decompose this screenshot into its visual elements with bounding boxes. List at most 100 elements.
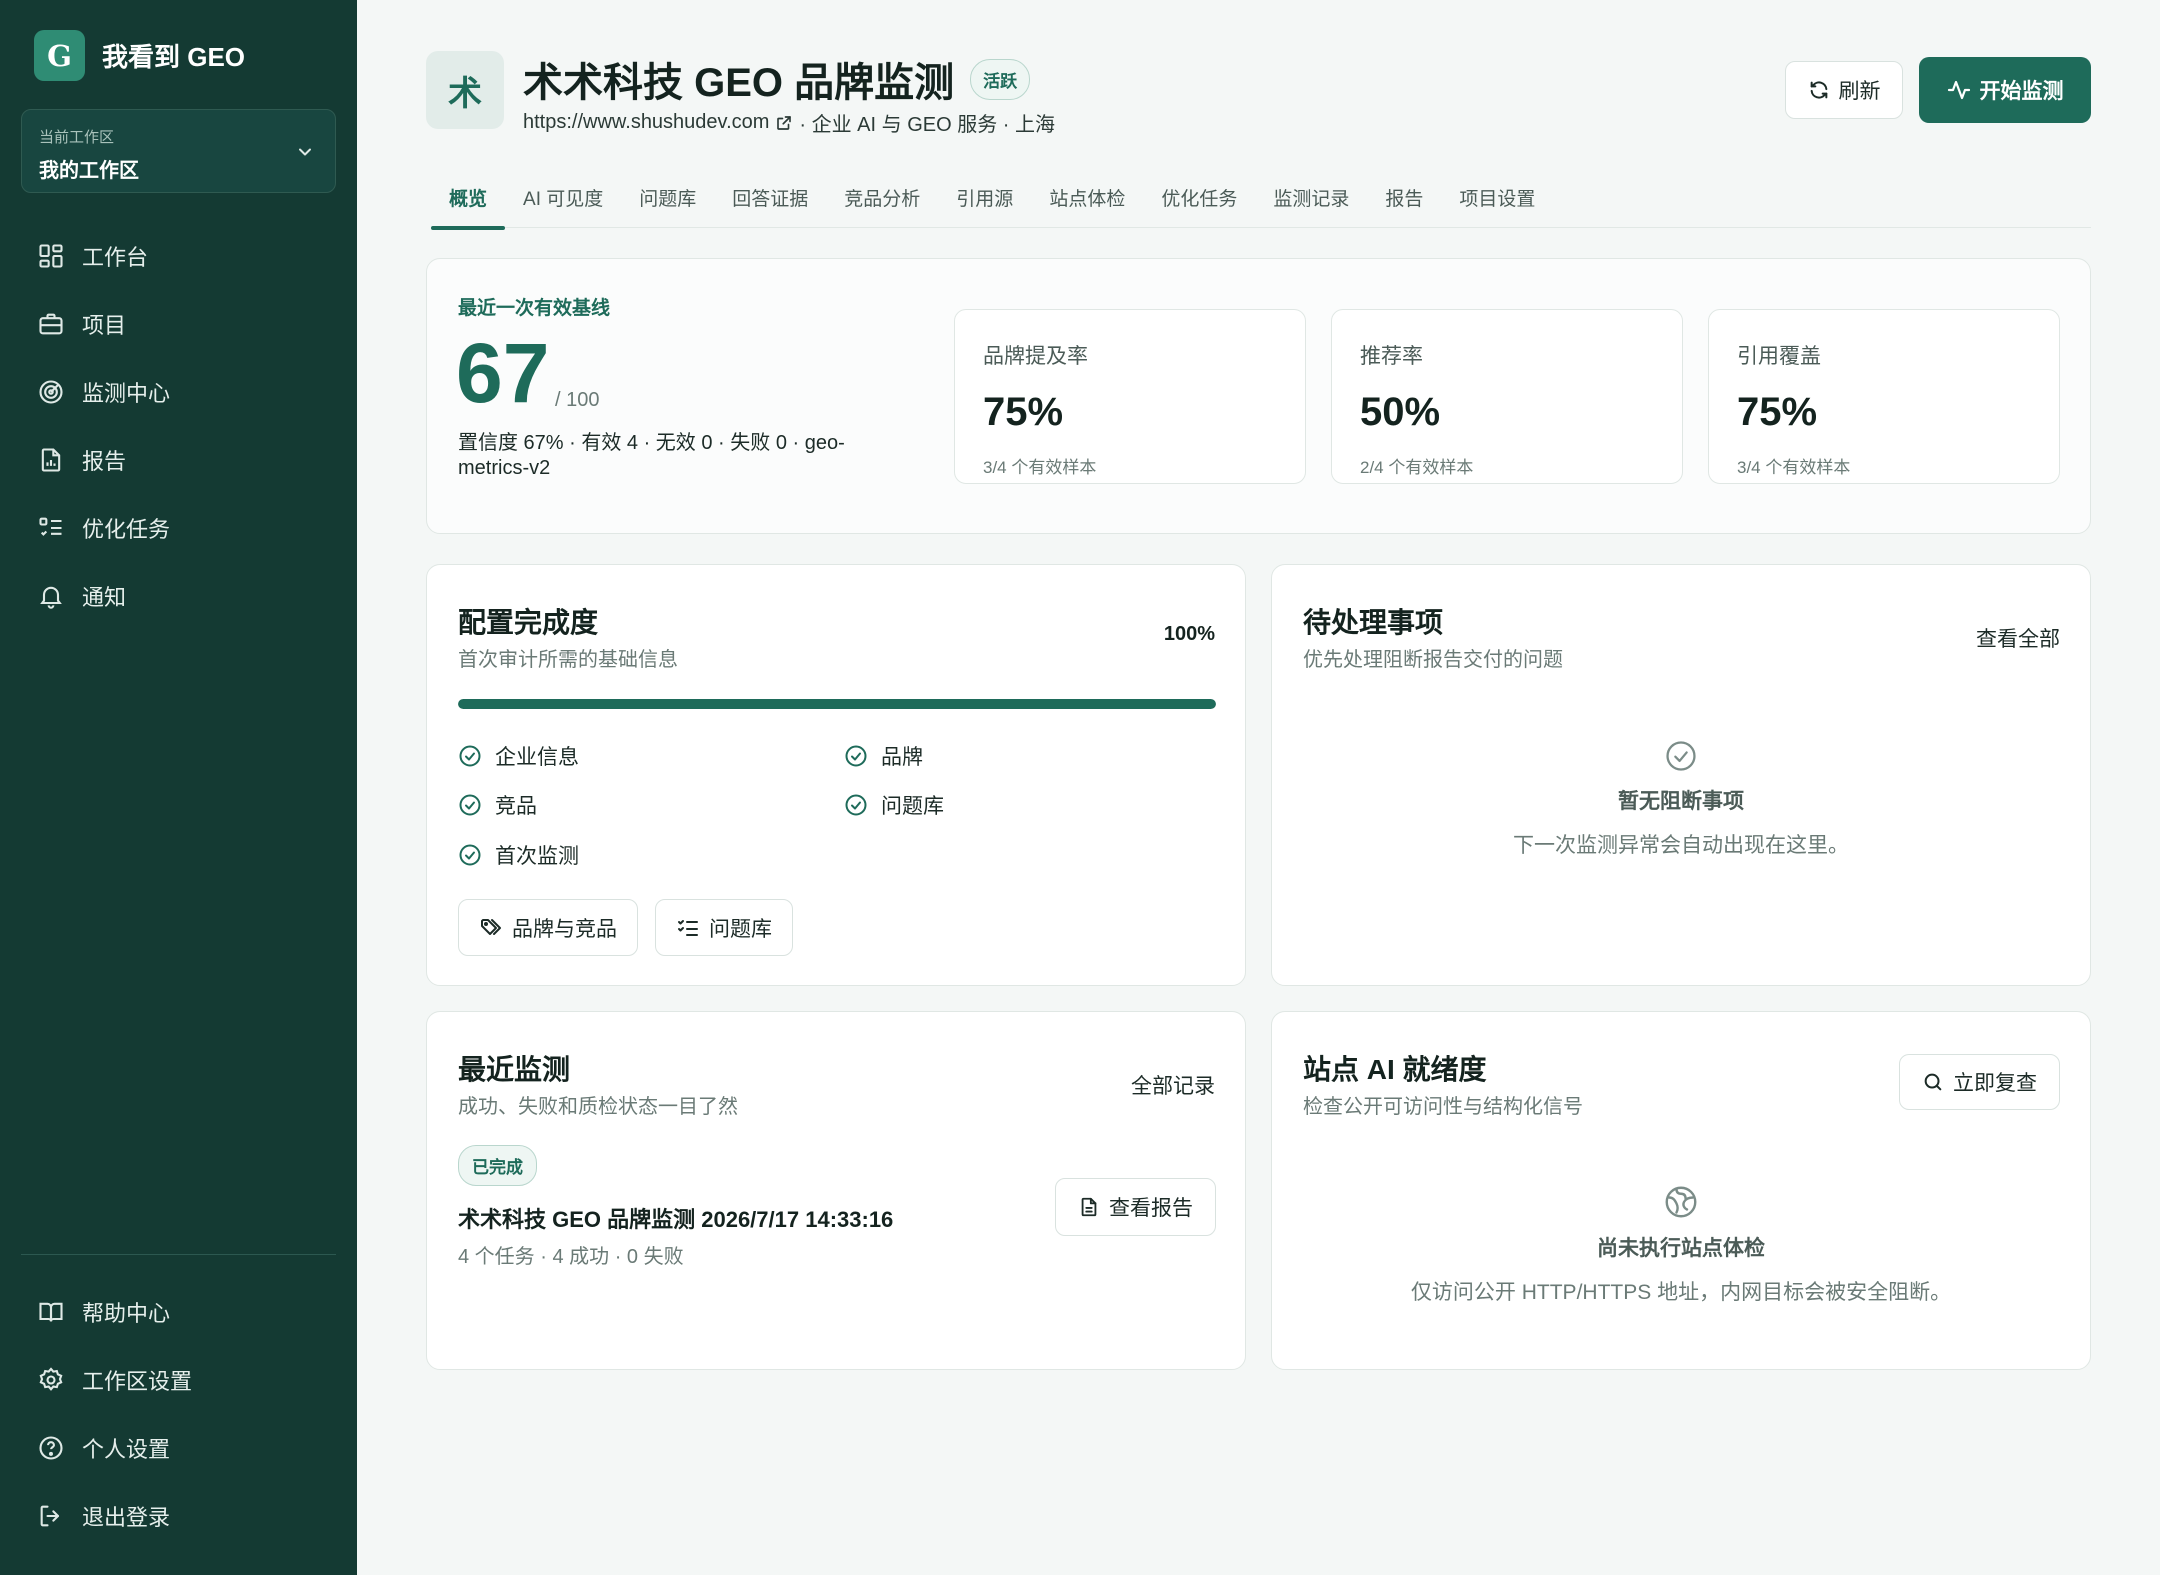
help-circle-icon [39,1436,63,1460]
sidebar-item-optimization-tasks[interactable]: 优化任务 [0,494,357,562]
all-records-link[interactable]: 全部记录 [1131,1070,1215,1100]
checklist-label: 竞品 [495,795,537,818]
site-subtitle: 检查公开可访问性与结构化信号 [1303,1096,1583,1118]
task-list-icon [39,517,62,536]
site-ai-readiness-card: 站点 AI 就绪度 检查公开可访问性与结构化信号 立即复查 尚未执行站点体检 仅… [1271,1011,2091,1370]
recent-monitoring-card: 最近监测 成功、失败和质检状态一目了然 全部记录 已完成 术术科技 GEO 品牌… [426,1011,1246,1370]
metric-value: 50% [1360,390,1441,434]
todo-title: 待处理事项 [1303,607,1444,638]
metric-sub: 2/4 个有效样本 [1360,458,1474,477]
todo-empty-title: 暂无阻断事项 [1618,790,1744,813]
status-badge: 活跃 [970,58,1031,100]
refresh-button[interactable]: 刷新 [1785,61,1903,119]
check-circle-icon [845,794,867,816]
brand-name: 我看到 GEO [102,42,246,72]
sidebar-item-label: 个人设置 [82,1437,171,1462]
sidebar-item-dashboard[interactable]: 工作台 [0,222,357,290]
sidebar-item-label: 通知 [82,585,127,610]
sidebar-item-personal-settings[interactable]: 个人设置 [0,1414,357,1482]
brand-competitors-label: 品牌与竞品 [512,917,617,941]
tab-citation-sources[interactable]: 引用源 [938,168,1031,228]
start-monitoring-label: 开始监测 [1979,80,2064,103]
chevron-down-icon [299,148,311,156]
radar-icon [39,380,63,404]
tab-answer-evidence[interactable]: 回答证据 [714,168,826,228]
brand-competitors-button[interactable]: 品牌与竞品 [458,899,638,956]
sidebar-item-reports[interactable]: 报告 [0,426,357,494]
site-empty-state: 尚未执行站点体检 仅访问公开 HTTP/HTTPS 地址，内网目标会被安全阻断。 [1272,1184,2090,1306]
tab-project-settings[interactable]: 项目设置 [1441,168,1553,228]
start-monitoring-button[interactable]: 开始监测 [1919,57,2091,123]
sidebar-item-label: 监测中心 [82,381,171,406]
dashboard-icon [39,244,63,268]
brand-logo: G [34,30,85,81]
sidebar: G 我看到 GEO 当前工作区 我的工作区 工作台 项目 监测中心 报告 优化任… [0,0,357,1575]
checklist-label: 企业信息 [495,746,579,769]
todo-empty-desc: 下一次监测异常会自动出现在这里。 [1513,834,1849,857]
metric-sub: 3/4 个有效样本 [1737,458,1851,477]
project-avatar: 术 [426,51,504,129]
metric-label: 推荐率 [1360,345,1423,368]
site-empty-title: 尚未执行站点体检 [1597,1237,1765,1260]
sidebar-item-monitor-center[interactable]: 监测中心 [0,358,357,426]
sidebar-item-help-center[interactable]: 帮助中心 [0,1278,357,1346]
sidebar-item-workspace-settings[interactable]: 工作区设置 [0,1346,357,1414]
checklist-label: 品牌 [881,746,923,769]
logout-icon [40,1505,60,1527]
completed-badge: 已完成 [458,1145,537,1186]
view-report-button[interactable]: 查看报告 [1055,1178,1216,1236]
brand[interactable]: G 我看到 GEO [34,30,245,81]
baseline-score: 67 [456,326,550,420]
project-meta: https://www.shushudev.com · 企业 AI 与 GEO … [523,108,1055,137]
site-title: 站点 AI 就绪度 [1303,1054,1487,1085]
main-nav: 工作台 项目 监测中心 报告 优化任务 通知 [0,222,357,630]
sidebar-item-notifications[interactable]: 通知 [0,562,357,630]
sidebar-item-label: 工作区设置 [82,1369,193,1394]
recheck-button[interactable]: 立即复查 [1899,1054,2060,1110]
metric-brand-mention: 品牌提及率 75% 3/4 个有效样本 [954,309,1306,484]
refresh-icon [1810,81,1827,99]
metric-citation-coverage: 引用覆盖 75% 3/4 个有效样本 [1708,309,2060,484]
external-link-icon[interactable] [775,114,793,132]
config-title: 配置完成度 [458,607,599,638]
book-icon [39,1302,63,1322]
checklist-item-first-monitoring: 首次监测 [458,840,579,870]
sidebar-item-label: 项目 [82,313,127,338]
check-circle-icon [845,745,867,767]
gear-icon [39,1367,63,1391]
workspace-caption: 当前工作区 [39,129,115,146]
run-title[interactable]: 术术科技 GEO 品牌监测 2026/7/17 14:33:16 [458,1202,893,1234]
tab-bar: 概览 AI 可见度 问题库 回答证据 竞品分析 引用源 站点体检 优化任务 监测… [431,168,2091,230]
tab-question-bank[interactable]: 问题库 [621,168,714,228]
tab-optimization-tasks[interactable]: 优化任务 [1143,168,1255,228]
check-circle-icon [459,794,481,816]
pending-items-card: 待处理事项 优先处理阻断报告交付的问题 查看全部 暂无阻断事项 下一次监测异常会… [1271,564,2091,986]
metric-recommendation: 推荐率 50% 2/4 个有效样本 [1331,309,1683,484]
metric-value: 75% [983,390,1064,434]
todo-empty-state: 暂无阻断事项 下一次监测异常会自动出现在这里。 [1272,739,2090,859]
tab-ai-visibility[interactable]: AI 可见度 [505,168,621,228]
checklist-item-competitors: 竞品 [458,790,537,820]
sidebar-item-projects[interactable]: 项目 [0,290,357,358]
sidebar-item-logout[interactable]: 退出登录 [0,1482,357,1550]
page-title: 术术科技 GEO 品牌监测 活跃 [523,50,1031,108]
metric-value: 75% [1737,390,1818,434]
sidebar-item-label: 优化任务 [82,517,171,542]
tab-overview[interactable]: 概览 [431,168,506,230]
search-icon [1924,1073,1942,1091]
tab-competitor-analysis[interactable]: 竞品分析 [826,168,938,228]
project-url-link[interactable]: https://www.shushudev.com [523,111,769,134]
tab-monitoring-records[interactable]: 监测记录 [1255,168,1367,228]
view-report-label: 查看报告 [1109,1197,1193,1220]
check-circle-icon [1666,741,1696,771]
view-all-link[interactable]: 查看全部 [1976,623,2060,653]
question-bank-button[interactable]: 问题库 [655,899,793,956]
tab-site-audit[interactable]: 站点体检 [1031,168,1143,228]
site-empty-desc: 仅访问公开 HTTP/HTTPS 地址，内网目标会被安全阻断。 [1410,1281,1952,1304]
baseline-detail: 置信度 67% · 有效 4 · 无效 0 · 失败 0 · geo-metri… [458,432,845,479]
workspace-selector[interactable]: 当前工作区 我的工作区 [21,109,336,193]
sidebar-item-label: 工作台 [82,245,149,270]
tab-reports[interactable]: 报告 [1367,168,1441,228]
todo-subtitle: 优先处理阻断报告交付的问题 [1303,649,1563,671]
config-progress-bar [458,699,1216,709]
